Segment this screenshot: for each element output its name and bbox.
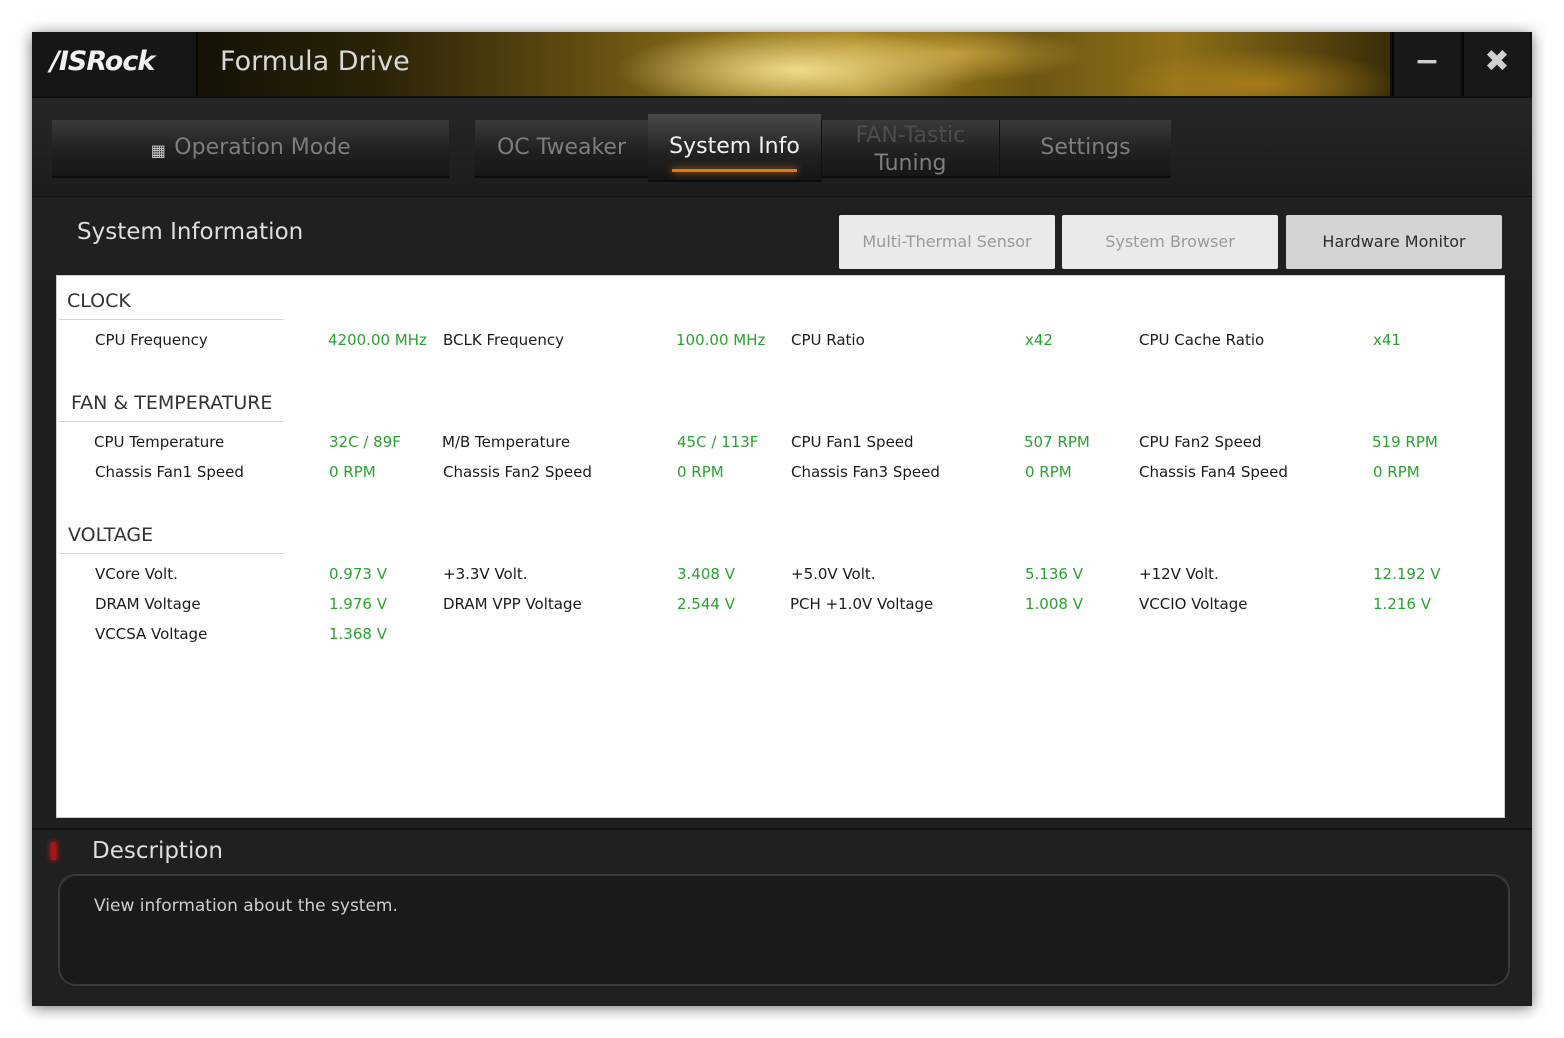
info-value: 1.216 V — [1373, 595, 1431, 613]
info-value: 2.544 V — [677, 595, 735, 613]
system-browser-button[interactable]: System Browser — [1062, 215, 1278, 269]
info-label: Chassis Fan2 Speed — [443, 463, 592, 481]
tab-system-info[interactable]: System Info — [648, 114, 821, 182]
active-tab-indicator — [672, 169, 797, 172]
status-led-icon — [51, 842, 56, 860]
info-value: 4200.00 MHz — [328, 331, 427, 349]
tab-system-info-label: System Info — [669, 134, 800, 159]
close-button[interactable]: ✖ — [1462, 32, 1530, 96]
info-label: CPU Cache Ratio — [1139, 331, 1265, 349]
section-header: System Information Multi-Thermal Sensor … — [32, 197, 1532, 275]
page-title: System Information — [77, 219, 304, 245]
info-label: CPU Fan2 Speed — [1139, 433, 1262, 451]
info-label: BCLK Frequency — [443, 331, 564, 349]
info-label: +12V Volt. — [1139, 565, 1219, 583]
multi-thermal-sensor-button[interactable]: Multi-Thermal Sensor — [839, 215, 1055, 269]
grid-icon: ▦ — [150, 141, 166, 160]
info-label: PCH +1.0V Voltage — [790, 595, 934, 613]
tab-settings[interactable]: Settings — [999, 120, 1171, 178]
info-value: 0 RPM — [1373, 463, 1420, 481]
info-label: Chassis Fan4 Speed — [1139, 463, 1288, 481]
clock-divider — [59, 319, 284, 320]
info-value: 0 RPM — [1025, 463, 1072, 481]
info-label: CPU Fan1 Speed — [791, 433, 914, 451]
info-label: VCCIO Voltage — [1139, 595, 1248, 613]
minimize-button[interactable]: − — [1392, 32, 1460, 96]
info-value: x41 — [1373, 331, 1401, 349]
info-label: VCore Volt. — [95, 565, 178, 583]
tab-fan-tuning-label-line2: Tuning — [874, 151, 947, 176]
system-info-panel: CLOCK CPU Frequency 4200.00 MHz BCLK Fre… — [56, 275, 1505, 818]
hardware-monitor-button[interactable]: Hardware Monitor — [1286, 215, 1502, 269]
description-text: View information about the system. — [94, 896, 398, 916]
tab-settings-label: Settings — [1040, 135, 1131, 160]
info-label: CPU Frequency — [95, 331, 208, 349]
info-label: DRAM Voltage — [95, 595, 201, 613]
logo-box: /ISRock — [32, 32, 198, 96]
info-label: CPU Temperature — [94, 433, 225, 451]
description-title: Description — [92, 838, 223, 864]
app-title: Formula Drive — [220, 46, 410, 77]
info-value: 507 RPM — [1024, 433, 1090, 451]
info-value: 0 RPM — [677, 463, 724, 481]
fan-temperature-heading: FAN & TEMPERATURE — [71, 392, 273, 414]
tab-operation-mode[interactable]: ▦ Operation Mode — [52, 120, 449, 178]
info-value: 1.976 V — [329, 595, 387, 613]
fan-temperature-divider — [59, 421, 284, 422]
tab-fan-tuning-label-line1: FAN-Tastic — [855, 123, 966, 148]
voltage-divider — [59, 553, 284, 554]
info-value: x42 — [1025, 331, 1053, 349]
close-icon: ✖ — [1484, 44, 1510, 79]
info-value: 3.408 V — [677, 565, 735, 583]
info-value: 45C / 113F — [677, 433, 759, 451]
info-value: 12.192 V — [1373, 565, 1441, 583]
asrock-logo: /ISRock — [50, 46, 155, 77]
description-area: Description View information about the s… — [32, 828, 1532, 1006]
tab-oc-tweaker[interactable]: OC Tweaker — [475, 120, 648, 178]
minimize-icon: − — [1414, 44, 1440, 79]
info-label: +5.0V Volt. — [791, 565, 876, 583]
info-label: Chassis Fan3 Speed — [791, 463, 940, 481]
info-value: 1.368 V — [329, 625, 387, 643]
info-label: DRAM VPP Voltage — [443, 595, 582, 613]
tab-fan-tastic-tuning[interactable]: FAN-Tastic Tuning — [821, 120, 999, 178]
tab-oc-tweaker-label: OC Tweaker — [496, 135, 626, 160]
clock-heading: CLOCK — [67, 290, 131, 312]
info-label: VCCSA Voltage — [95, 625, 208, 643]
info-label: CPU Ratio — [791, 331, 865, 349]
info-label: Chassis Fan1 Speed — [95, 463, 244, 481]
title-bar[interactable]: /ISRock Formula Drive − ✖ — [32, 32, 1532, 98]
tab-operation-mode-label: Operation Mode — [174, 135, 351, 160]
info-value: 0 RPM — [329, 463, 376, 481]
info-label: M/B Temperature — [442, 433, 571, 451]
voltage-heading: VOLTAGE — [68, 524, 154, 546]
info-value: 0.973 V — [329, 565, 387, 583]
main-tab-bar: ▦ Operation Mode OC Tweaker System Info F… — [32, 98, 1532, 197]
info-value: 519 RPM — [1372, 433, 1438, 451]
info-value: 5.136 V — [1025, 565, 1083, 583]
info-value: 100.00 MHz — [676, 331, 766, 349]
info-label: +3.3V Volt. — [443, 565, 528, 583]
info-value: 1.008 V — [1025, 595, 1083, 613]
info-value: 32C / 89F — [329, 433, 401, 451]
app-window: /ISRock Formula Drive − ✖ ▦ Operation Mod… — [32, 32, 1532, 1006]
description-box: View information about the system. — [58, 874, 1510, 986]
title-banner: Formula Drive — [198, 32, 1390, 96]
